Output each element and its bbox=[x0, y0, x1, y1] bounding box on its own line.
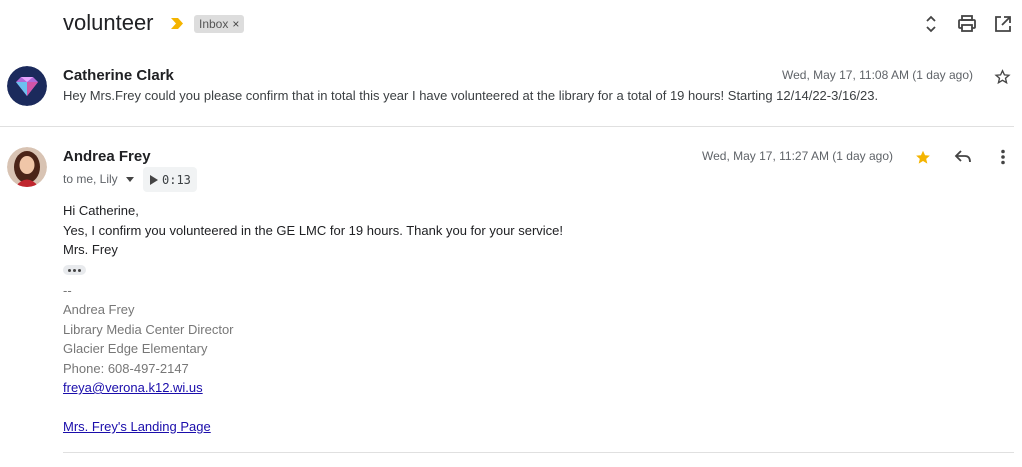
inbox-label-text: Inbox bbox=[199, 17, 229, 31]
sender-name: Andrea Frey bbox=[63, 148, 151, 165]
dropdown-arrow-icon bbox=[125, 177, 134, 182]
show-trimmed-content-button[interactable] bbox=[63, 265, 86, 275]
sender-name: Catherine Clark bbox=[63, 67, 174, 84]
reply-area-divider bbox=[63, 452, 1014, 453]
recipients-text: to me, Lily bbox=[63, 172, 118, 186]
audio-duration: 0:13 bbox=[162, 172, 191, 187]
star-icon[interactable] bbox=[994, 69, 1011, 85]
importance-marker-icon[interactable] bbox=[170, 17, 184, 30]
remove-label-button[interactable]: × bbox=[232, 15, 239, 33]
open-new-window-icon[interactable] bbox=[993, 14, 1013, 34]
recipients-toggle[interactable]: to me, Lily bbox=[63, 172, 135, 186]
reply-icon[interactable] bbox=[954, 149, 972, 165]
star-icon[interactable] bbox=[914, 149, 932, 166]
signature-name: Andrea Frey bbox=[63, 302, 135, 317]
landing-page-link[interactable]: Mrs. Frey's Landing Page bbox=[63, 419, 211, 435]
signature-email-link[interactable]: freya@verona.k12.wi.us bbox=[63, 380, 203, 396]
signature-separator: -- bbox=[63, 283, 72, 298]
inbox-label: Inbox × bbox=[194, 15, 245, 33]
play-icon[interactable] bbox=[149, 174, 158, 185]
message-divider bbox=[0, 126, 1014, 127]
message-snippet: Hey Mrs.Frey could you please confirm th… bbox=[63, 88, 879, 103]
expand-collapse-icon[interactable] bbox=[921, 14, 941, 34]
signature-title: Library Media Center Director bbox=[63, 322, 234, 337]
audio-player[interactable]: 0:13 bbox=[143, 167, 197, 192]
body-greeting: Hi Catherine, bbox=[63, 203, 139, 218]
print-icon[interactable] bbox=[957, 14, 977, 34]
avatar-catherine bbox=[7, 66, 47, 106]
message-date: Wed, May 17, 11:08 AM (1 day ago) bbox=[782, 68, 973, 82]
more-vert-icon[interactable] bbox=[998, 149, 1008, 165]
avatar-andrea bbox=[7, 147, 47, 187]
body-signoff: Mrs. Frey bbox=[63, 242, 118, 257]
body-text: Yes, I confirm you volunteered in the GE… bbox=[63, 223, 564, 238]
message-date: Wed, May 17, 11:27 AM (1 day ago) bbox=[702, 149, 893, 163]
signature-phone: Phone: 608-497-2147 bbox=[63, 361, 189, 376]
thread-subject: volunteer bbox=[63, 10, 154, 35]
signature-school: Glacier Edge Elementary bbox=[63, 341, 208, 356]
